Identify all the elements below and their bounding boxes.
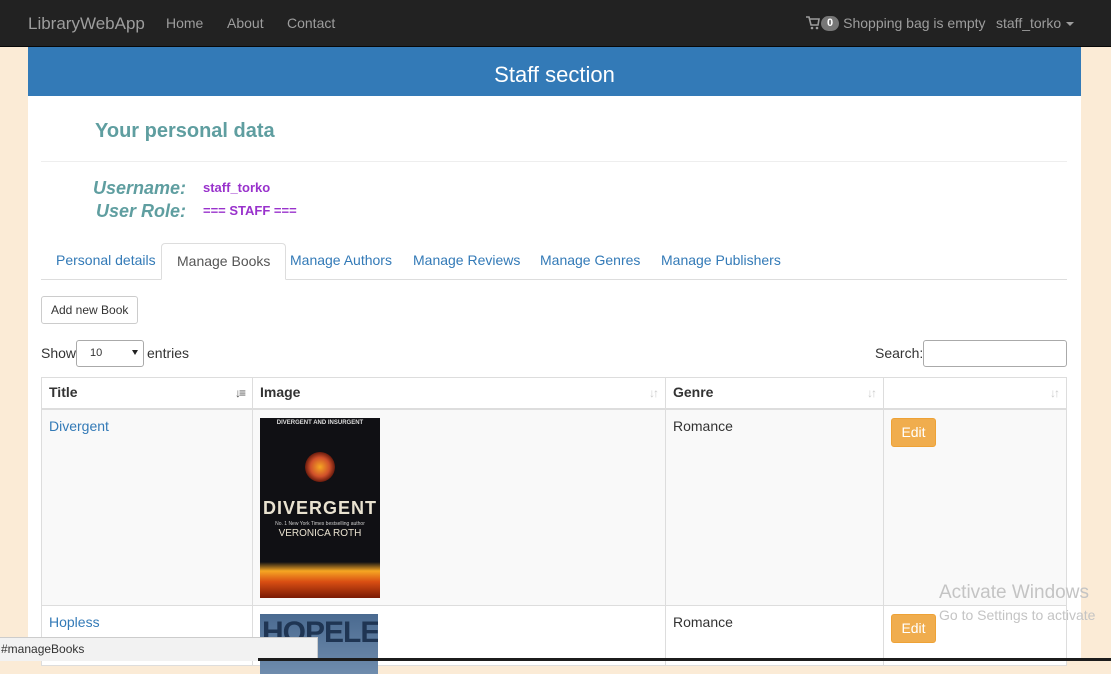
book-title-link[interactable]: Hopless	[49, 614, 100, 630]
cell-image: DIVERGENT AND INSURGENT DIVERGENT No. 1 …	[252, 410, 666, 606]
edit-button[interactable]: Edit	[891, 614, 936, 643]
cover-title-text: DIVERGENT	[262, 498, 377, 518]
flame-emblem-icon	[305, 452, 335, 482]
column-header-image[interactable]: Image ↓↑	[252, 377, 666, 410]
sort-icon: ↓↑	[649, 386, 659, 400]
table-row: Divergent DIVERGENT AND INSURGENT DIVERG…	[41, 410, 1067, 606]
cell-title: Divergent	[41, 410, 253, 606]
cover-tagline-text: No. 1 New York Times bestselling author	[275, 521, 365, 527]
staff-section-banner: Staff section	[28, 47, 1081, 96]
column-header-actions[interactable]: ↓↑	[883, 377, 1067, 410]
select-arrow-icon	[132, 350, 138, 355]
tab-manage-reviews[interactable]: Manage Reviews	[398, 243, 535, 279]
search-label: Search:	[875, 345, 924, 361]
tab-personal-details[interactable]: Personal details	[41, 243, 171, 279]
shopping-cart-icon	[806, 16, 820, 30]
user-dropdown[interactable]: staff_torko	[996, 15, 1075, 31]
tab-manage-publishers[interactable]: Manage Publishers	[646, 243, 796, 279]
cell-actions: Edit	[883, 410, 1067, 606]
activate-windows-watermark: Activate Windows	[939, 582, 1089, 603]
username-label: Username:	[92, 178, 186, 198]
nav-home-link[interactable]: Home	[166, 15, 203, 31]
nav-about-link[interactable]: About	[227, 15, 264, 31]
sort-icon: ↓↑	[867, 386, 877, 400]
brand-link[interactable]: LibraryWebApp	[28, 14, 145, 34]
book-title-link[interactable]: Divergent	[49, 418, 109, 434]
cover-series-text: DIVERGENT AND INSURGENT	[276, 420, 364, 426]
manage-tabs: Personal details Manage Books Manage Aut…	[41, 243, 1067, 280]
add-new-book-button[interactable]: Add new Book	[41, 296, 139, 324]
user-name: staff_torko	[996, 15, 1062, 31]
column-title-label: Title	[49, 384, 78, 400]
cover-author-text: VERONICA ROTH	[278, 528, 362, 539]
column-header-title[interactable]: Title ↓≡	[41, 377, 253, 410]
top-navbar: LibraryWebApp Home About Contact 0 Shopp…	[0, 0, 1111, 47]
column-header-genre[interactable]: Genre ↓↑	[665, 377, 884, 410]
search-input[interactable]	[923, 340, 1067, 367]
column-genre-label: Genre	[673, 384, 714, 400]
username-value: staff_torko	[203, 180, 271, 195]
cell-genre: Romance	[665, 410, 884, 606]
personal-data-heading: Your personal data	[95, 120, 275, 142]
main-container: Staff section Your personal data Usernam…	[28, 47, 1081, 674]
sort-icon: ↓↑	[1050, 386, 1060, 400]
book-genre: Romance	[673, 418, 733, 434]
book-cover-image: DIVERGENT AND INSURGENT DIVERGENT No. 1 …	[260, 418, 380, 598]
cart-count-badge: 0	[821, 15, 840, 31]
tab-manage-authors[interactable]: Manage Authors	[275, 243, 407, 279]
sort-ascending-icon: ↓≡	[234, 386, 246, 400]
column-image-label: Image	[260, 384, 301, 400]
user-role-value: === STAFF ===	[203, 203, 297, 218]
entries-per-page-value: 10	[90, 347, 103, 359]
fire-graphic	[260, 562, 380, 598]
activate-windows-subtext: Go to Settings to activate	[939, 607, 1096, 623]
book-genre: Romance	[673, 614, 733, 630]
entries-per-page-select[interactable]: 10	[76, 340, 144, 367]
cart-status-text: Shopping bag is empty	[843, 15, 986, 31]
tab-manage-genres[interactable]: Manage Genres	[525, 243, 655, 279]
caret-down-icon	[1066, 22, 1075, 27]
shopping-bag-link[interactable]: 0 Shopping bag is empty	[806, 15, 986, 31]
cell-genre: Romance	[665, 606, 884, 666]
edit-button[interactable]: Edit	[891, 418, 936, 447]
nav-contact-link[interactable]: Contact	[287, 15, 335, 31]
tab-manage-books[interactable]: Manage Books	[161, 243, 287, 280]
divider	[41, 161, 1067, 162]
show-label: Show	[41, 345, 77, 361]
entries-label: entries	[147, 345, 190, 361]
user-role-label: User Role:	[95, 201, 186, 221]
